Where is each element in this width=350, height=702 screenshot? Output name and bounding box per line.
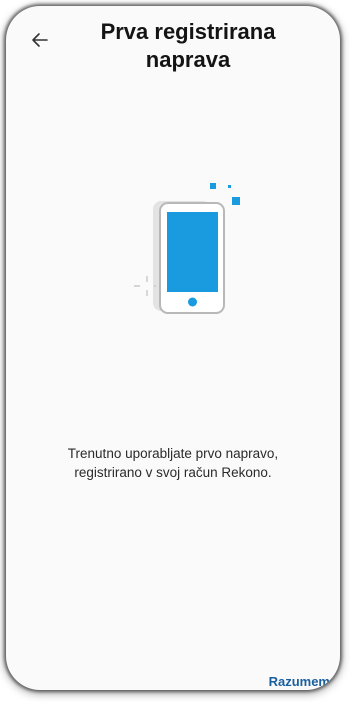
back-button[interactable] bbox=[28, 28, 52, 52]
info-message-line1: Trenutno uporabljate prvo napravo, bbox=[67, 446, 279, 461]
screen: Prva registrirana naprava Trenutno upora… bbox=[0, 0, 350, 702]
phone-home-button bbox=[188, 297, 197, 307]
arrow-left-icon bbox=[32, 33, 48, 47]
device-illustration bbox=[124, 174, 264, 324]
page-title: Prva registrirana naprava bbox=[56, 18, 320, 74]
sparkle-square-2 bbox=[228, 185, 231, 188]
info-message: Trenutno uporabljate prvo napravo, regis… bbox=[26, 444, 320, 482]
sparkle-square-3 bbox=[232, 197, 240, 205]
sparkle-cross bbox=[134, 276, 156, 296]
page-title-line2: naprava bbox=[145, 47, 231, 72]
info-message-line2: registrirano v svoj račun Rekono. bbox=[74, 465, 272, 480]
smartphone-icon bbox=[134, 183, 240, 314]
page-title-line1: Prva registrirana bbox=[100, 19, 276, 44]
phone-screen bbox=[167, 212, 218, 292]
sparkle-square-1 bbox=[210, 183, 216, 189]
phone-frame: Prva registrirana naprava Trenutno upora… bbox=[6, 6, 340, 690]
confirm-button[interactable]: Razumem bbox=[269, 674, 330, 689]
